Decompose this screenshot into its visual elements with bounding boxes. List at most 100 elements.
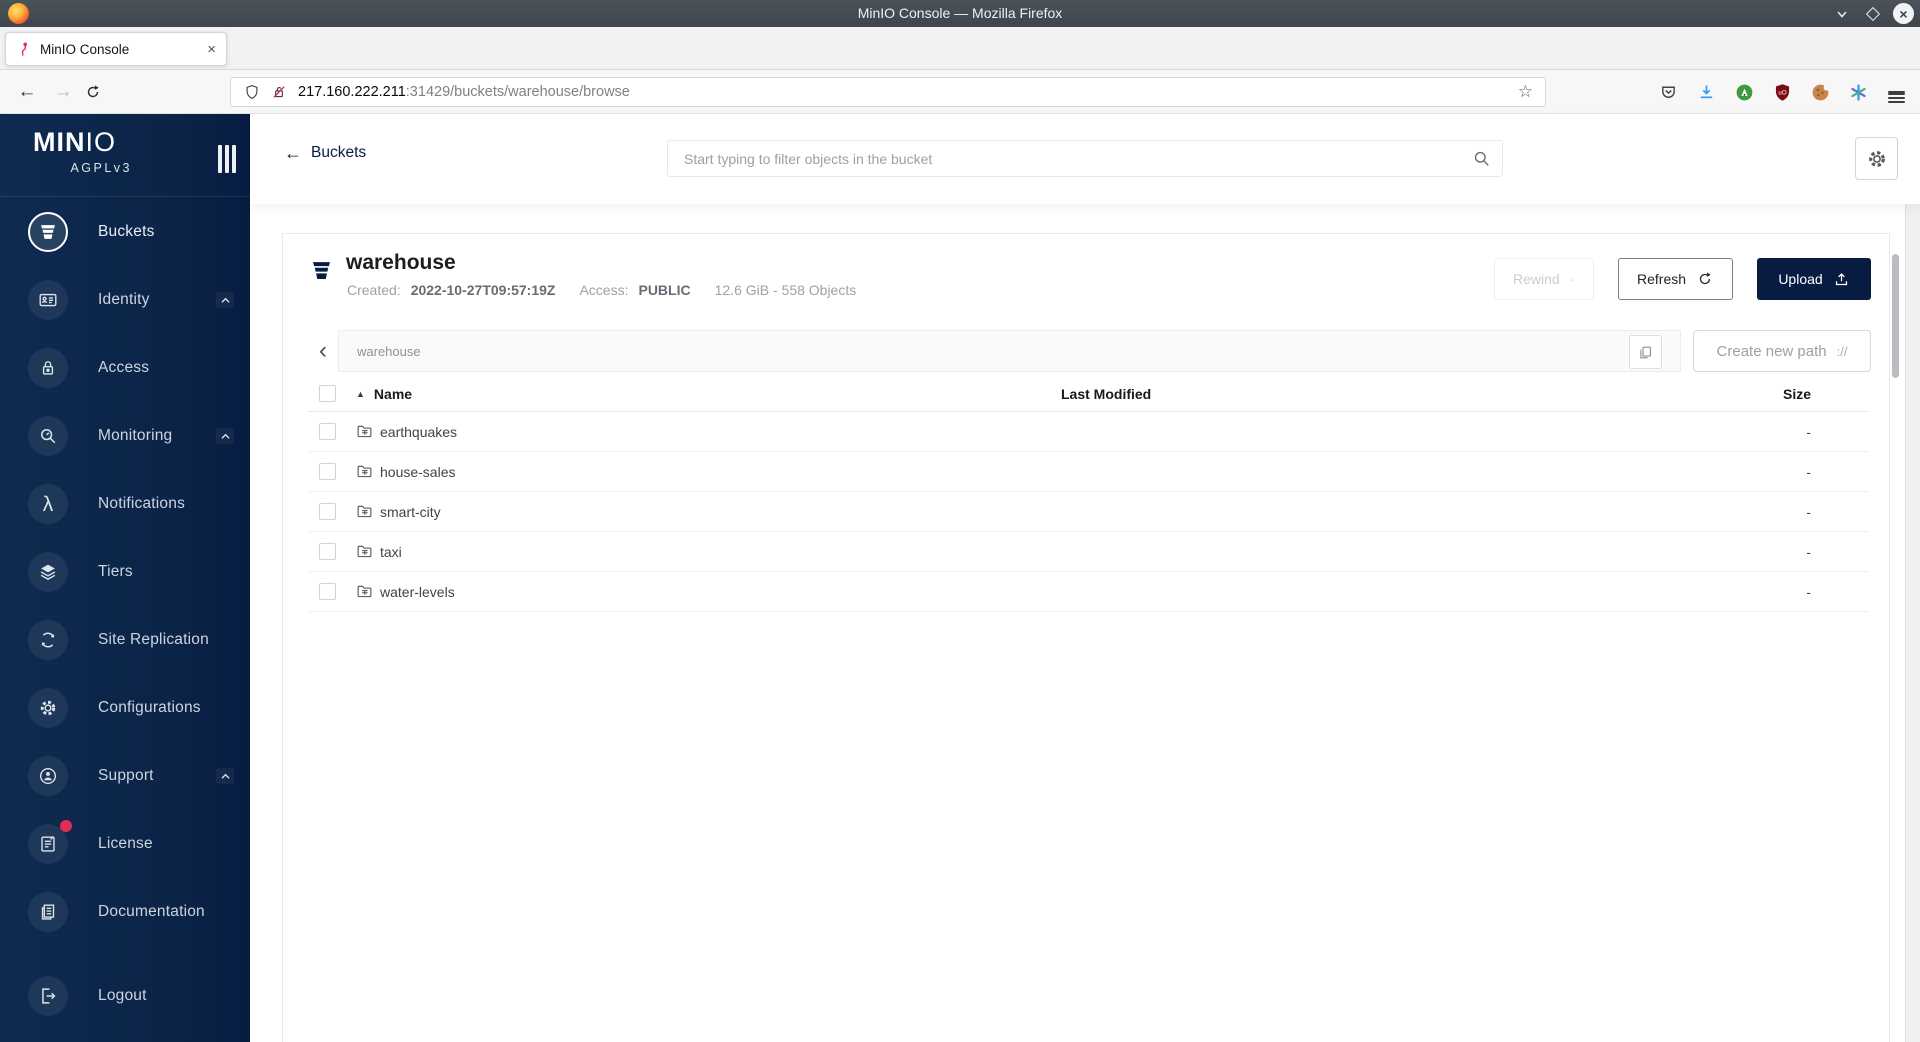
pocket-icon[interactable]: [1657, 81, 1680, 104]
bucket-header: warehouse Created: 2022-10-27T09:57:19Z …: [283, 234, 1889, 312]
folder-icon: [357, 585, 372, 598]
object-size: -: [1806, 463, 1811, 480]
sidebar-label: License: [98, 835, 153, 852]
object-name[interactable]: house-sales: [380, 464, 456, 480]
chevron-up-icon[interactable]: [216, 768, 234, 784]
sidebar-item-access[interactable]: Access: [0, 334, 250, 402]
sidebar-collapse-icon[interactable]: [218, 145, 236, 173]
object-name[interactable]: earthquakes: [380, 424, 457, 440]
object-name[interactable]: smart-city: [380, 504, 441, 520]
filter-objects-input[interactable]: [667, 140, 1503, 177]
tab-title: MinIO Console: [40, 41, 130, 57]
privacy-badger-icon[interactable]: [1733, 81, 1756, 104]
gear-icon: [1868, 150, 1885, 167]
sidebar-item-identity[interactable]: Identity: [0, 266, 250, 334]
row-checkbox[interactable]: [319, 503, 336, 520]
sidebar-item-notifications[interactable]: λ Notifications: [0, 470, 250, 538]
shield-permissions-icon[interactable]: [243, 83, 261, 101]
window-maximize-button[interactable]: [1862, 3, 1883, 24]
name-column-header[interactable]: ▲ Name: [356, 386, 1061, 402]
row-checkbox[interactable]: [319, 423, 336, 440]
sidebar-item-monitoring[interactable]: Monitoring: [0, 402, 250, 470]
object-size: -: [1806, 423, 1811, 440]
upload-icon: [1835, 272, 1847, 285]
rewind-icon: [1570, 277, 1574, 281]
refresh-button[interactable]: Refresh: [1618, 258, 1733, 300]
object-size: -: [1806, 583, 1811, 600]
downloads-icon[interactable]: [1695, 81, 1718, 104]
sidebar-label: Monitoring: [98, 427, 173, 444]
page-header: ← Buckets: [250, 114, 1920, 204]
refresh-icon: [1699, 272, 1711, 285]
sidebar-item-buckets[interactable]: Buckets: [0, 198, 250, 266]
id-card-icon: [28, 280, 68, 320]
back-arrow-icon: ←: [284, 143, 302, 163]
minio-logo: MINIO: [33, 127, 117, 157]
insecure-lock-icon[interactable]: [270, 83, 288, 101]
object-size: -: [1806, 543, 1811, 560]
create-new-path-button[interactable]: Create new path ://: [1693, 330, 1871, 372]
support-person-icon: [28, 756, 68, 796]
tab-close-icon[interactable]: ×: [207, 41, 216, 58]
sidebar-item-license[interactable]: License: [0, 810, 250, 878]
layers-icon: [28, 552, 68, 592]
tab-bar: MinIO Console × +: [0, 27, 1920, 86]
sidebar-item-site-replication[interactable]: Site Replication: [0, 606, 250, 674]
sidebar-label: Logout: [98, 987, 147, 1004]
path-back-button[interactable]: ‹: [308, 330, 338, 372]
table-row[interactable]: taxi -: [308, 532, 1869, 572]
row-checkbox[interactable]: [319, 583, 336, 600]
folder-icon: [357, 505, 372, 518]
reload-button[interactable]: [84, 77, 114, 107]
content-scrollbar-thumb[interactable]: [1892, 254, 1899, 378]
license-document-icon: [28, 820, 72, 864]
sort-asc-icon: ▲: [356, 388, 365, 399]
sidebar-item-configurations[interactable]: Configurations: [0, 674, 250, 742]
settings-gear-button[interactable]: [1855, 137, 1898, 180]
path-glyph-icon: ://: [1836, 343, 1848, 359]
lock-icon: [28, 348, 68, 388]
url-bar[interactable]: 217.160.222.211:31429/buckets/warehouse/…: [230, 77, 1546, 107]
containers-asterisk-icon[interactable]: [1847, 81, 1870, 104]
url-host: 217.160.222.211: [298, 84, 406, 100]
upload-button[interactable]: Upload: [1757, 258, 1871, 300]
browser-tab[interactable]: MinIO Console ×: [5, 32, 227, 66]
menu-hamburger-icon[interactable]: [1885, 81, 1908, 104]
row-checkbox[interactable]: [319, 543, 336, 560]
table-row[interactable]: water-levels -: [308, 572, 1869, 612]
sidebar-label: Notifications: [98, 495, 186, 512]
bucket-usage: 12.6 GiB - 558 Objects: [714, 282, 857, 298]
object-name[interactable]: water-levels: [380, 584, 455, 600]
row-checkbox[interactable]: [319, 463, 336, 480]
table-row[interactable]: house-sales -: [308, 452, 1869, 492]
window-close-button[interactable]: ×: [1893, 3, 1914, 24]
url-text[interactable]: 217.160.222.211:31429/buckets/warehouse/…: [298, 84, 1518, 100]
cookie-icon[interactable]: [1809, 81, 1832, 104]
back-button[interactable]: ←: [12, 77, 42, 107]
select-all-checkbox[interactable]: [319, 385, 336, 402]
objects-table: ▲ Name Last Modified Size earthquakes -: [308, 376, 1869, 612]
sidebar-item-documentation[interactable]: Documentation: [0, 878, 250, 946]
copy-path-button[interactable]: [1629, 335, 1662, 369]
sidebar-item-logout[interactable]: Logout: [0, 962, 250, 1030]
chevron-up-icon[interactable]: [216, 428, 234, 444]
documentation-icon: [28, 892, 68, 932]
minio-favicon-icon: [21, 42, 27, 57]
copy-icon: [1640, 346, 1652, 358]
sidebar-item-support[interactable]: Support: [0, 742, 250, 810]
object-name[interactable]: taxi: [380, 544, 402, 560]
breadcrumb-buckets-link[interactable]: ← Buckets: [284, 144, 366, 162]
sidebar-item-tiers[interactable]: Tiers: [0, 538, 250, 606]
access-value[interactable]: PUBLIC: [638, 282, 690, 298]
sidebar-label: Tiers: [98, 563, 133, 580]
window-minimize-button[interactable]: [1831, 3, 1852, 24]
logout-icon: [28, 976, 68, 1016]
table-row[interactable]: earthquakes -: [308, 412, 1869, 452]
table-row[interactable]: smart-city -: [308, 492, 1869, 532]
window-scrollbar[interactable]: [1905, 114, 1920, 1042]
table-header-row: ▲ Name Last Modified Size: [308, 376, 1869, 412]
created-label: Created:: [347, 282, 401, 298]
chevron-up-icon[interactable]: [216, 292, 234, 308]
ublock-origin-icon[interactable]: uO: [1771, 81, 1794, 104]
bookmark-star-icon[interactable]: ☆: [1518, 82, 1533, 102]
